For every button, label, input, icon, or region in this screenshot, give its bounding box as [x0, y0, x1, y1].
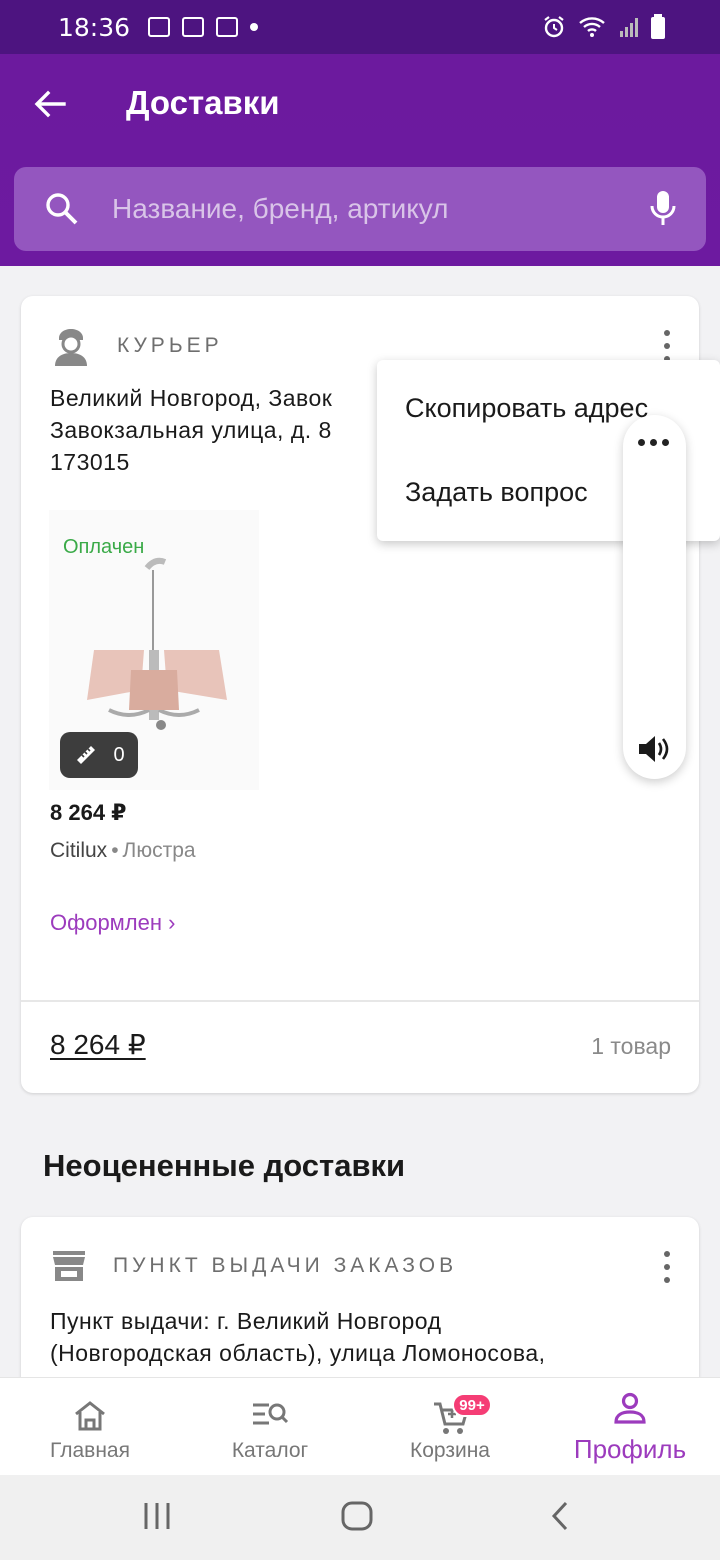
volume-panel[interactable] — [623, 415, 686, 779]
cart-badge: 99+ — [452, 1393, 492, 1417]
address-line: Пункт выдачи: г. Великий Новгород — [50, 1308, 442, 1334]
microphone-icon[interactable] — [648, 189, 678, 229]
home-button-icon[interactable] — [340, 1499, 374, 1533]
courier-icon — [55, 329, 87, 366]
store-icon — [53, 1251, 85, 1281]
search-input[interactable] — [112, 167, 632, 251]
nav-item-profile[interactable]: Профиль — [540, 1378, 720, 1476]
nav-label: Корзина — [410, 1439, 490, 1462]
delivery-type-label: ПУНКТ ВЫДАЧИ ЗАКАЗОВ — [113, 1254, 458, 1277]
wifi-icon — [579, 17, 605, 37]
catalog-search-icon — [253, 1403, 289, 1425]
product-category: Люстра — [122, 839, 196, 862]
alarm-icon — [544, 16, 564, 38]
product-brand: Citilux — [50, 839, 108, 862]
status-time: 18:36 — [58, 12, 131, 42]
nav-label: Главная — [50, 1439, 130, 1462]
nav-item-cart[interactable]: Корзина — [360, 1378, 540, 1476]
more-options-button[interactable] — [661, 1251, 673, 1283]
delivery-type: ПУНКТ ВЫДАЧИ ЗАКАЗОВ — [51, 1249, 457, 1283]
app-bar: Доставки — [0, 54, 720, 266]
arrow-left-icon — [34, 90, 66, 118]
status-bar: 18:36 — [0, 0, 720, 54]
pickup-address: Пункт выдачи: г. Великий Новгород (Новго… — [50, 1305, 670, 1369]
volume-more-icon[interactable] — [638, 439, 669, 446]
notification-icons — [148, 17, 259, 37]
fitting-count: 0 — [113, 743, 125, 766]
menu-item-copy-address[interactable]: Скопировать адрес — [405, 393, 648, 424]
recent-apps-icon[interactable] — [142, 1499, 172, 1533]
back-button[interactable] — [30, 84, 70, 124]
menu-item-ask-question[interactable]: Задать вопрос — [405, 477, 588, 508]
system-navigation — [0, 1475, 720, 1560]
order-status-link[interactable]: Оформлен › — [50, 910, 175, 936]
app-la-icon — [182, 17, 205, 37]
product-info: Citilux • Люстра — [50, 839, 196, 863]
delivery-type: КУРЬЕР — [51, 326, 223, 366]
profile-icon — [614, 1392, 646, 1424]
page-title: Доставки — [126, 84, 280, 121]
gallery-icon — [148, 17, 171, 37]
nav-label: Профиль — [573, 1434, 687, 1464]
search-bar[interactable] — [14, 167, 706, 251]
nav-item-catalog[interactable]: Каталог — [180, 1378, 360, 1476]
more-notifications-icon — [250, 23, 259, 31]
address-line: (Новгородская область), улица Ломоносова… — [50, 1340, 546, 1366]
section-title: Неоцененные доставки — [43, 1148, 406, 1183]
signal-icon — [620, 18, 638, 37]
search-icon — [46, 193, 78, 225]
calendar-icon — [216, 17, 239, 37]
ruler-icon — [77, 746, 96, 764]
divider — [21, 1000, 699, 1002]
product-separator: • — [111, 839, 119, 862]
nav-item-home[interactable]: Главная — [0, 1378, 180, 1476]
fitting-badge: 0 — [60, 732, 138, 778]
delivery-total: 8 264 ₽ — [50, 1029, 146, 1060]
battery-icon — [651, 14, 665, 39]
more-options-button[interactable] — [661, 330, 673, 362]
home-icon — [75, 1401, 105, 1431]
back-nav-icon[interactable] — [548, 1499, 572, 1533]
payment-status: Оплачен — [63, 536, 145, 558]
delivery-type-label: КУРЬЕР — [117, 334, 223, 357]
bottom-navigation: Главная Каталог Корзина 99+ Профиль — [0, 1377, 720, 1475]
product-price: 8 264 ₽ — [50, 800, 127, 825]
nav-label: Каталог — [231, 1439, 309, 1462]
speaker-icon[interactable] — [637, 733, 673, 765]
system-icons — [542, 14, 666, 40]
item-count: 1 товар — [591, 1033, 671, 1059]
